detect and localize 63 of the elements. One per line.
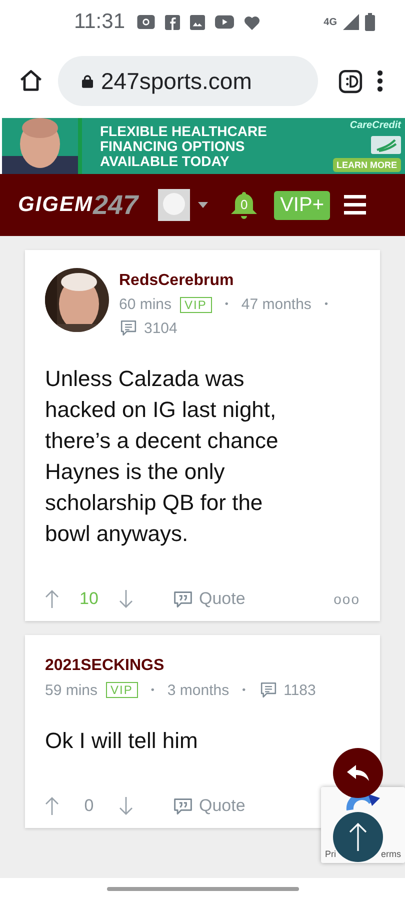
caret-icon[interactable] — [198, 202, 208, 208]
quote-icon — [173, 590, 193, 608]
menu-icon[interactable] — [344, 195, 366, 215]
gesture-handle[interactable] — [106, 887, 298, 891]
site-logo[interactable]: GIGEM247 — [18, 190, 138, 220]
separator-dot: • — [150, 684, 154, 696]
ad-headline: FINANCING OPTIONS — [100, 138, 246, 154]
downvote-icon[interactable] — [119, 589, 133, 609]
privacy-link[interactable]: Pri — [325, 849, 336, 859]
image-icon — [190, 14, 205, 30]
downvote-icon[interactable] — [119, 796, 133, 816]
quote-icon — [173, 796, 193, 816]
separator-dot: • — [324, 299, 328, 310]
post-time: 59 mins — [45, 682, 98, 698]
comment-icon — [119, 319, 138, 337]
quote-button[interactable]: Quote — [173, 796, 246, 816]
address-bar[interactable]: 247sports.com — [58, 56, 318, 106]
comment-icon — [258, 681, 278, 699]
vote-score: 0 — [83, 796, 95, 816]
lock-icon — [82, 74, 93, 88]
clock-time: 11:31 — [74, 10, 125, 34]
notification-bell[interactable]: 0 — [230, 190, 258, 220]
vip-badge: VIP — [106, 682, 138, 698]
post-count: 1183 — [284, 682, 316, 698]
play-icon — [215, 15, 234, 29]
vote-score: 10 — [78, 589, 100, 609]
post-text: Ok I will tell him — [45, 727, 199, 755]
signal-icon — [343, 14, 359, 30]
network-label: 4G — [324, 16, 337, 28]
separator-dot: • — [242, 684, 246, 696]
vip-button[interactable]: VIP+ — [274, 190, 330, 220]
ad-banner[interactable]: FLEXIBLE HEALTHCARE FINANCING OPTIONS AVAILABLE TODAY CareCredit LEARN MORE — [2, 118, 405, 174]
member-tenure: 3 months — [167, 682, 230, 698]
terms-link[interactable]: erms — [381, 849, 401, 859]
battery-icon — [365, 13, 375, 31]
upvote-icon[interactable] — [45, 589, 59, 609]
url-text: 247sports.com — [101, 68, 252, 94]
face-tab-icon[interactable] — [338, 68, 363, 94]
post-count: 3104 — [144, 320, 178, 336]
heart-icon — [244, 14, 260, 30]
menu-icon[interactable] — [377, 70, 383, 92]
up-arrow-icon — [348, 822, 368, 852]
radio-icon — [137, 15, 155, 29]
ad-headline: FLEXIBLE HEALTHCARE — [100, 124, 268, 138]
more-button[interactable]: ooo — [334, 591, 360, 607]
home-icon[interactable] — [18, 68, 44, 94]
author-name[interactable]: RedsCerebrum — [119, 272, 359, 290]
vip-badge: VIP — [180, 296, 212, 312]
member-tenure: 47 months — [241, 296, 312, 313]
notification-count: 0 — [239, 197, 249, 212]
separator-dot: • — [224, 299, 228, 310]
quote-button[interactable]: Quote — [173, 589, 246, 609]
brand-name: CareCredit — [350, 120, 401, 131]
post-time: 60 mins — [119, 296, 172, 313]
bell-icon — [230, 190, 258, 220]
post-text: Unless Calzada was hacked on IG last night, there’s a decent chance Haynes is the only scholarship QB for the bowl anyways. — [45, 365, 280, 548]
reply-icon — [346, 764, 370, 782]
ad-headline: AVAILABLE TODAY — [100, 154, 230, 168]
author-name[interactable]: 2021SECKINGS — [45, 657, 316, 675]
square-app-icon — [165, 14, 180, 30]
wave-logo-icon — [371, 136, 401, 154]
upvote-icon[interactable] — [45, 796, 59, 816]
learn-more-button[interactable]: LEARN MORE — [332, 158, 401, 172]
